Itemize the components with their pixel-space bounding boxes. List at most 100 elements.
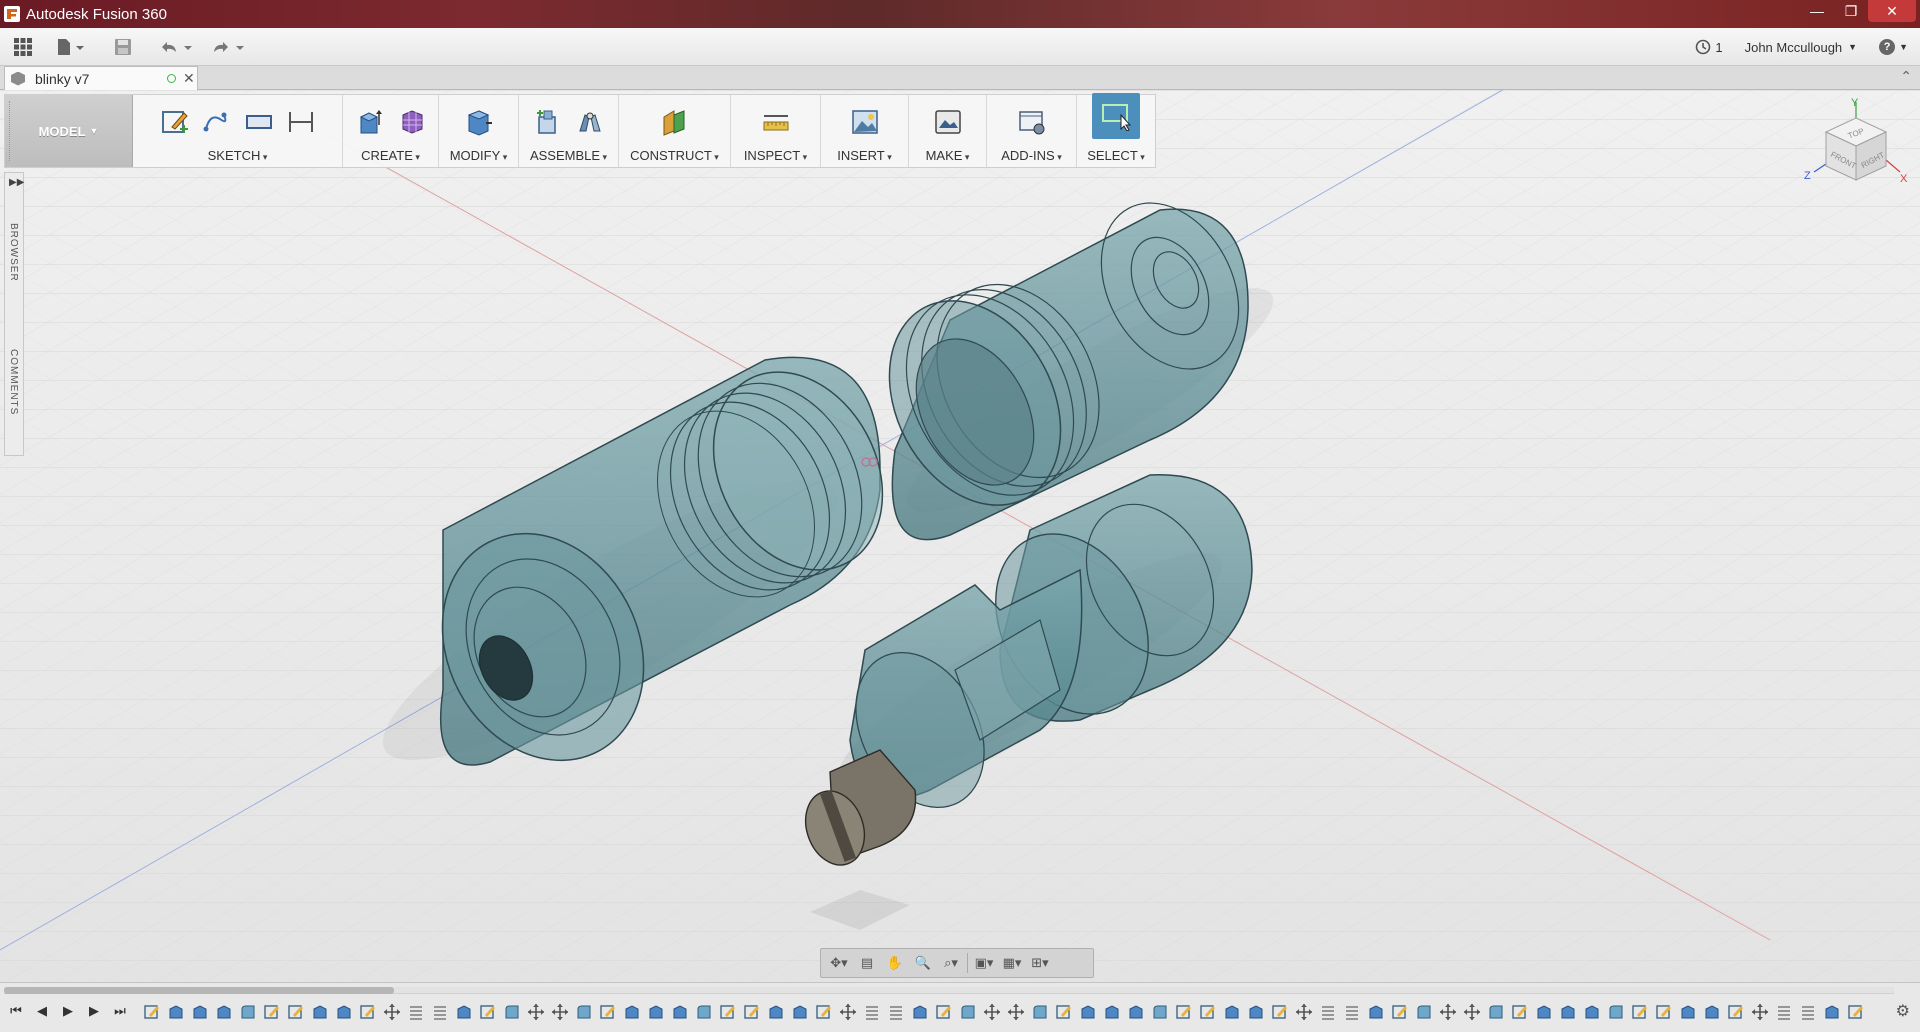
- timeline-feature-extrude[interactable]: [1560, 1003, 1576, 1021]
- timeline-feature-move[interactable]: [984, 1003, 1000, 1021]
- view-cube[interactable]: Y Z X TOP FRONT RIGHT: [1800, 94, 1910, 204]
- addins-menu[interactable]: ADD-INS: [987, 148, 1076, 163]
- timeline-feature-extrude[interactable]: [1128, 1003, 1144, 1021]
- close-button[interactable]: ✕: [1868, 0, 1916, 22]
- timeline-feature-sketch[interactable]: [360, 1003, 376, 1021]
- inspect-menu[interactable]: INSPECT: [731, 148, 820, 163]
- orbit-icon[interactable]: ✥▾: [827, 952, 851, 974]
- timeline-feature-sketch[interactable]: [264, 1003, 280, 1021]
- timeline-feature-extrude[interactable]: [456, 1003, 472, 1021]
- timeline-feature-extrude[interactable]: [1704, 1003, 1720, 1021]
- timeline-feature-move[interactable]: [1008, 1003, 1024, 1021]
- undo-icon[interactable]: [158, 37, 194, 57]
- timeline-feature-thread[interactable]: [1320, 1003, 1336, 1021]
- play-icon[interactable]: ▶: [60, 1003, 76, 1019]
- go-to-end-icon[interactable]: ⏭: [112, 1003, 128, 1019]
- timeline-feature-extrude[interactable]: [1680, 1003, 1696, 1021]
- insert-menu[interactable]: INSERT: [821, 148, 908, 163]
- timeline-feature-fillet[interactable]: [240, 1003, 256, 1021]
- timeline-feature-sketch[interactable]: [1512, 1003, 1528, 1021]
- timeline-feature-sketch[interactable]: [816, 1003, 832, 1021]
- collapse-chevron-icon[interactable]: ⌃: [1900, 68, 1912, 85]
- joint-icon[interactable]: [574, 106, 606, 138]
- grid-snaps-icon[interactable]: ▦▾: [1000, 952, 1024, 974]
- timeline-feature-extrude[interactable]: [768, 1003, 784, 1021]
- timeline-feature-sketch[interactable]: [1176, 1003, 1192, 1021]
- dimension-icon[interactable]: [285, 106, 317, 138]
- data-panel-grid-icon[interactable]: [14, 37, 32, 57]
- timeline-feature-sketch[interactable]: [1056, 1003, 1072, 1021]
- select-menu[interactable]: SELECT: [1077, 148, 1155, 163]
- sketch-menu[interactable]: SKETCH: [133, 148, 342, 163]
- select-window-icon[interactable]: [1092, 93, 1140, 139]
- timeline-feature-thread[interactable]: [1344, 1003, 1360, 1021]
- timeline-feature-sketch[interactable]: [1200, 1003, 1216, 1021]
- press-pull-icon[interactable]: [463, 106, 495, 138]
- timeline-feature-sketch[interactable]: [1728, 1003, 1744, 1021]
- construct-menu[interactable]: CONSTRUCT: [619, 148, 730, 163]
- timeline-feature-fillet[interactable]: [1488, 1003, 1504, 1021]
- timeline-feature-extrude[interactable]: [312, 1003, 328, 1021]
- job-status[interactable]: 1: [1695, 39, 1723, 55]
- file-menu-icon[interactable]: [56, 37, 84, 57]
- timeline-feature-move[interactable]: [384, 1003, 400, 1021]
- restore-button[interactable]: ❐: [1834, 0, 1868, 22]
- timeline-feature-extrude[interactable]: [672, 1003, 688, 1021]
- timeline-feature-thread[interactable]: [1776, 1003, 1792, 1021]
- timeline-feature-fillet[interactable]: [960, 1003, 976, 1021]
- timeline-feature-thread[interactable]: [408, 1003, 424, 1021]
- timeline-feature-fillet[interactable]: [576, 1003, 592, 1021]
- display-settings-icon[interactable]: ▣▾: [972, 952, 996, 974]
- modify-menu[interactable]: MODIFY: [439, 148, 518, 163]
- zoom-icon[interactable]: 🔍: [911, 952, 935, 974]
- timeline-feature-extrude[interactable]: [336, 1003, 352, 1021]
- canvas-viewport[interactable]: [0, 90, 1920, 982]
- fit-zoom-icon[interactable]: ⌕▾: [939, 952, 963, 974]
- make-menu[interactable]: MAKE: [909, 148, 986, 163]
- timeline-feature-thread[interactable]: [888, 1003, 904, 1021]
- timeline-feature-sketch[interactable]: [1632, 1003, 1648, 1021]
- timeline-feature-sketch[interactable]: [720, 1003, 736, 1021]
- timeline-feature-extrude[interactable]: [1104, 1003, 1120, 1021]
- timeline-feature-extrude[interactable]: [1248, 1003, 1264, 1021]
- look-at-icon[interactable]: ▤: [855, 952, 879, 974]
- timeline-feature-move[interactable]: [1464, 1003, 1480, 1021]
- timeline-feature-extrude[interactable]: [1536, 1003, 1552, 1021]
- timeline-feature-sketch[interactable]: [144, 1003, 160, 1021]
- close-tab-icon[interactable]: ✕: [183, 70, 195, 87]
- timeline-feature-extrude[interactable]: [192, 1003, 208, 1021]
- timeline-feature-move[interactable]: [552, 1003, 568, 1021]
- step-back-icon[interactable]: ◀: [34, 1003, 50, 1019]
- new-component-icon[interactable]: [532, 106, 564, 138]
- scripts-addins-icon[interactable]: [1016, 106, 1048, 138]
- timeline-feature-sketch[interactable]: [1392, 1003, 1408, 1021]
- timeline-feature-sketch[interactable]: [600, 1003, 616, 1021]
- timeline-scrollbar[interactable]: [4, 987, 1894, 994]
- timeline-feature-move[interactable]: [1440, 1003, 1456, 1021]
- form-icon[interactable]: [396, 106, 428, 138]
- timeline-feature-move[interactable]: [840, 1003, 856, 1021]
- timeline-feature-extrude[interactable]: [912, 1003, 928, 1021]
- timeline-feature-move[interactable]: [1752, 1003, 1768, 1021]
- timeline-feature-extrude[interactable]: [1824, 1003, 1840, 1021]
- go-to-start-icon[interactable]: ⏮: [8, 1003, 24, 1019]
- timeline-feature-extrude[interactable]: [1584, 1003, 1600, 1021]
- redo-icon[interactable]: [210, 37, 246, 57]
- timeline-feature-extrude[interactable]: [1080, 1003, 1096, 1021]
- timeline-feature-fillet[interactable]: [696, 1003, 712, 1021]
- save-icon[interactable]: [114, 37, 132, 57]
- help-menu[interactable]: ? ▼: [1879, 39, 1908, 55]
- rectangle-icon[interactable]: [243, 106, 275, 138]
- user-menu[interactable]: John Mccullough ▼: [1745, 40, 1857, 55]
- extrude-icon[interactable]: [354, 106, 386, 138]
- timeline-feature-thread[interactable]: [1800, 1003, 1816, 1021]
- timeline-feature-move[interactable]: [528, 1003, 544, 1021]
- browser-tab[interactable]: BROWSER: [8, 223, 19, 282]
- pan-hand-icon[interactable]: ✋: [883, 952, 907, 974]
- timeline-feature-fillet[interactable]: [1152, 1003, 1168, 1021]
- timeline-scroll-thumb[interactable]: [4, 987, 394, 994]
- measure-icon[interactable]: [760, 106, 792, 138]
- comments-tab[interactable]: COMMENTS: [8, 349, 19, 415]
- expand-panel-icon[interactable]: ▶▶: [9, 177, 24, 188]
- timeline-feature-fillet[interactable]: [504, 1003, 520, 1021]
